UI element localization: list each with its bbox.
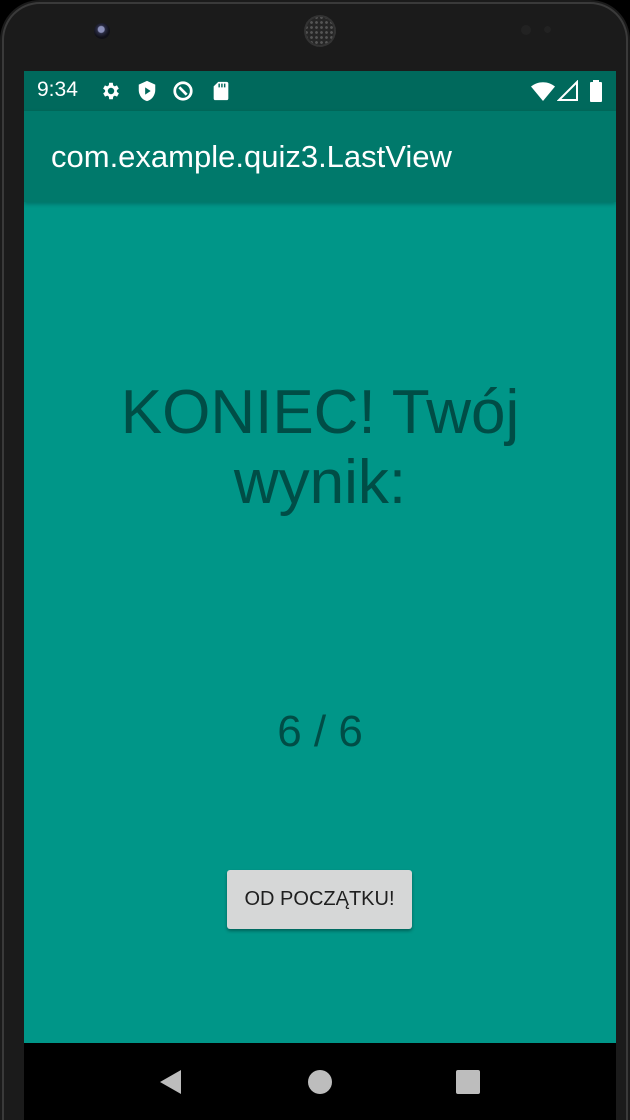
status-bar: 9:34 bbox=[24, 71, 616, 111]
front-camera bbox=[94, 23, 110, 39]
back-button[interactable] bbox=[141, 1043, 201, 1120]
wifi-icon bbox=[531, 80, 555, 102]
phone-frame: 9:34 com.example.quiz3.LastView KONIEC! … bbox=[0, 0, 630, 1120]
recents-icon bbox=[456, 1069, 480, 1094]
home-button[interactable] bbox=[290, 1043, 350, 1120]
score-text: 6 / 6 bbox=[277, 707, 363, 756]
cell-signal-icon bbox=[556, 79, 579, 102]
result-heading: KONIEC! Twój wynik: bbox=[24, 378, 616, 518]
battery-icon bbox=[589, 80, 603, 102]
home-icon bbox=[308, 1069, 332, 1094]
shield-play-icon bbox=[136, 80, 158, 102]
light-sensor bbox=[544, 26, 551, 33]
app-bar: com.example.quiz3.LastView bbox=[24, 111, 616, 202]
screen: 9:34 com.example.quiz3.LastView KONIEC! … bbox=[24, 71, 616, 1120]
back-icon bbox=[160, 1069, 181, 1094]
status-time: 9:34 bbox=[37, 78, 78, 101]
proximity-sensor bbox=[521, 25, 531, 35]
sd-card-icon bbox=[210, 80, 232, 102]
heading-line-2: wynik: bbox=[233, 448, 407, 517]
heading-line-1: KONIEC! Twój bbox=[120, 378, 520, 447]
data-saver-icon bbox=[172, 80, 194, 102]
navigation-bar bbox=[24, 1043, 616, 1120]
restart-button[interactable]: OD POCZĄTKU! bbox=[227, 870, 412, 929]
earpiece-speaker bbox=[304, 15, 336, 47]
recents-button[interactable] bbox=[438, 1043, 498, 1120]
settings-icon bbox=[100, 80, 122, 102]
app-title: com.example.quiz3.LastView bbox=[51, 139, 452, 174]
